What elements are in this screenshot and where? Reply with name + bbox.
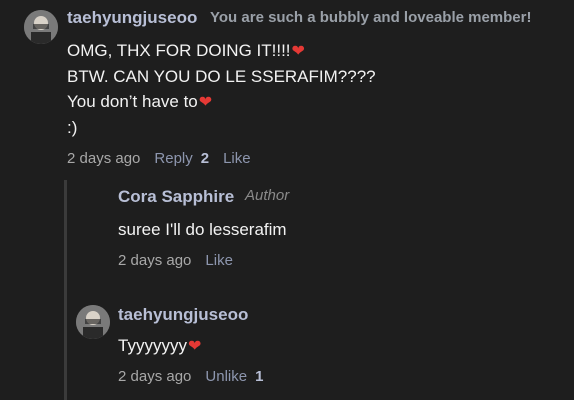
reply-username[interactable]: Cora Sapphire — [118, 187, 234, 207]
avatar[interactable] — [24, 10, 58, 44]
comment-line-4: :) — [67, 118, 78, 137]
avatar-image — [76, 305, 110, 339]
comment-meta: 2 days ago Reply 2 Like — [67, 150, 251, 167]
heart-icon: ❤ — [198, 94, 213, 111]
unlike-button[interactable]: Unlike — [205, 368, 247, 385]
reply-timestamp: 2 days ago — [118, 368, 192, 385]
reply-button[interactable]: Reply — [154, 150, 192, 167]
reply-count: 2 — [200, 150, 210, 167]
like-button[interactable]: Like — [205, 252, 233, 269]
comment-line-1: OMG, THX FOR DOING IT!!!!❤ — [67, 41, 305, 60]
comment-username[interactable]: taehyungjuseoo — [67, 8, 197, 28]
comment-line-3: You don’t have to❤ — [67, 92, 213, 111]
reply-text: suree I'll do lesserafim — [118, 220, 287, 239]
comment-line-2: BTW. CAN YOU DO LE SSERAFIM???? — [67, 67, 376, 86]
heart-icon: ❤ — [187, 338, 202, 355]
avatar-image — [24, 10, 58, 44]
reply-meta: 2 days ago Unlike 1 — [118, 368, 263, 385]
reply-timestamp: 2 days ago — [118, 252, 192, 269]
avatar[interactable] — [76, 305, 110, 339]
author-badge: Author — [245, 187, 290, 204]
reply-text: Tyyyyyyy❤ — [118, 336, 202, 355]
like-button[interactable]: Like — [223, 150, 251, 167]
comment-thread: taehyungjuseoo You are such a bubbly and… — [0, 0, 574, 400]
thread-line — [64, 180, 67, 400]
comment-timestamp: 2 days ago — [67, 150, 141, 167]
reply-meta: 2 days ago Like — [118, 252, 233, 269]
reply-username[interactable]: taehyungjuseoo — [118, 305, 248, 325]
member-flair: You are such a bubbly and loveable membe… — [210, 9, 532, 26]
like-count: 1 — [255, 368, 264, 385]
heart-icon: ❤ — [291, 43, 305, 60]
